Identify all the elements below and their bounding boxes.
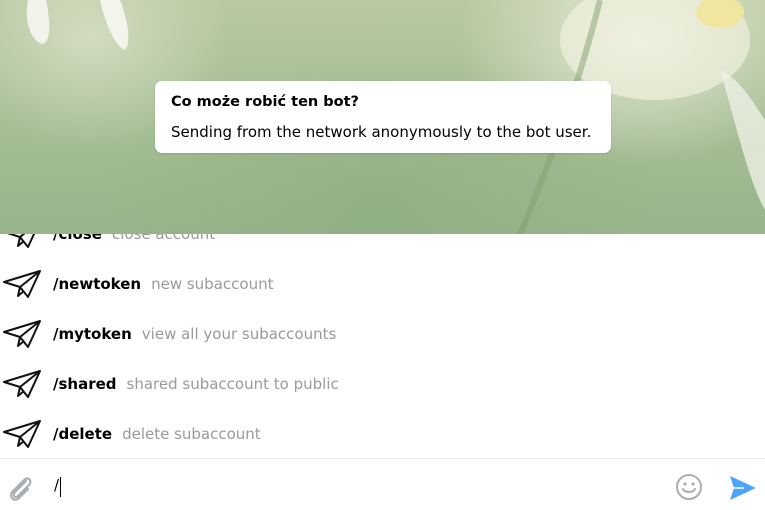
command-text: /close close account bbox=[53, 234, 215, 244]
command-item-shared[interactable]: /shared shared subaccount to public bbox=[0, 359, 765, 409]
paper-plane-icon bbox=[3, 370, 41, 398]
paper-plane-icon bbox=[7, 234, 36, 248]
bot-info-title: Co może robić ten bot? bbox=[171, 94, 359, 110]
command-item-delete[interactable]: /delete delete subaccount bbox=[0, 409, 765, 458]
paper-plane-icon bbox=[3, 420, 41, 448]
command-name: /delete bbox=[53, 425, 113, 443]
paperclip-icon[interactable] bbox=[6, 473, 36, 503]
paper-plane-icon bbox=[3, 320, 41, 348]
command-description: close account bbox=[111, 234, 216, 243]
command-description: view all your subaccounts bbox=[141, 325, 337, 343]
command-name: /mytoken bbox=[53, 325, 132, 343]
command-name: /shared bbox=[53, 375, 117, 393]
command-description: new subaccount bbox=[151, 275, 274, 293]
send-icon[interactable] bbox=[728, 474, 758, 502]
bot-info-description: Sending from the network anonymously to … bbox=[171, 123, 592, 141]
message-input[interactable] bbox=[54, 473, 654, 497]
command-text: /newtoken new subaccount bbox=[53, 274, 273, 294]
command-item-close[interactable]: /close close account bbox=[0, 234, 765, 259]
command-description: shared subaccount to public bbox=[126, 375, 339, 393]
smiley-icon[interactable] bbox=[674, 472, 704, 502]
paper-plane-icon bbox=[3, 270, 41, 298]
command-suggestion-list: /close close account /newtoken new subac… bbox=[0, 234, 765, 458]
command-item-mytoken[interactable]: /mytoken view all your subaccounts bbox=[0, 309, 765, 359]
text-caret bbox=[60, 477, 61, 497]
command-name: /newtoken bbox=[53, 275, 142, 293]
command-text: /mytoken view all your subaccounts bbox=[53, 324, 336, 344]
command-description: delete subaccount bbox=[122, 425, 261, 443]
command-text: /delete delete subaccount bbox=[53, 424, 261, 444]
command-item-newtoken[interactable]: /newtoken new subaccount bbox=[0, 259, 765, 309]
command-text: /shared shared subaccount to public bbox=[53, 374, 339, 394]
bot-info-bubble: Co może robić ten bot? Sending from the … bbox=[155, 81, 611, 153]
command-name: /close bbox=[53, 234, 102, 243]
message-compose-bar bbox=[0, 458, 765, 510]
